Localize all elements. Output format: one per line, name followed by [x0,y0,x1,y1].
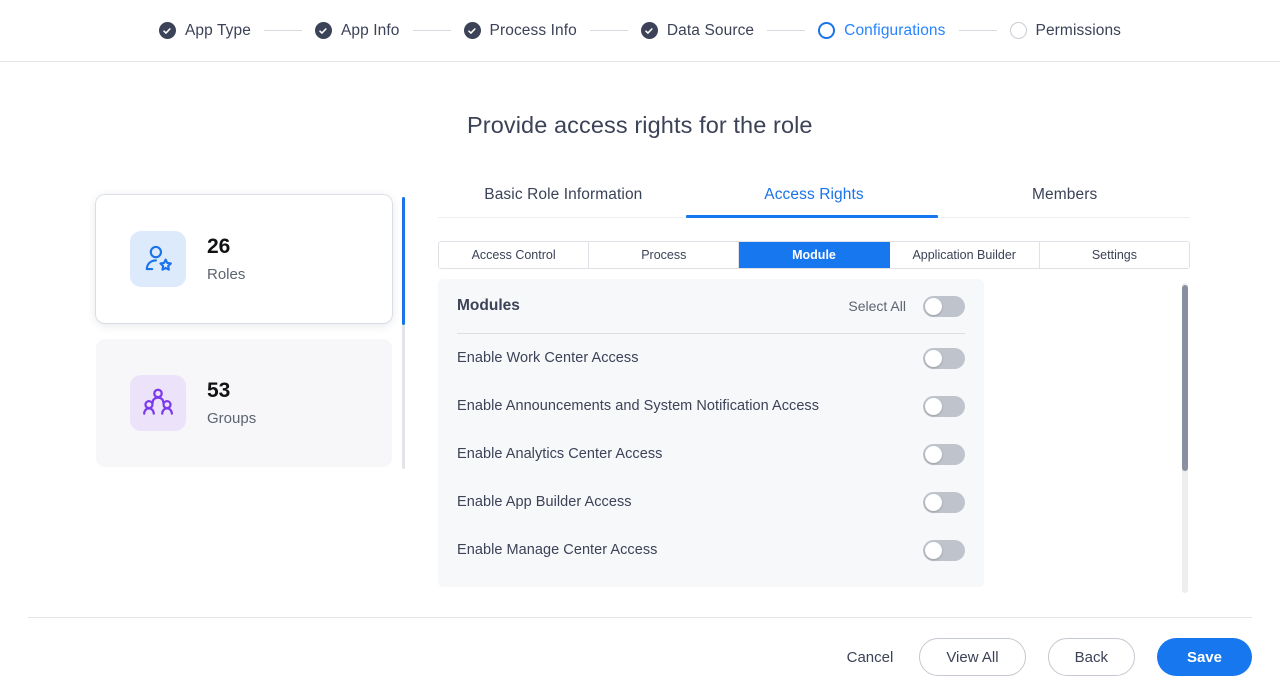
step-connector [412,29,451,32]
step-permissions[interactable]: Permissions [1009,21,1122,40]
module-label: Enable App Builder Access [457,494,632,510]
module-label: Enable Announcements and System Notifica… [457,398,820,414]
access-rights-pane: Basic Role Information Access Rights Membe… [438,186,1190,593]
toggle-knob [925,445,942,463]
stat-count: 53 [207,379,231,403]
stat-count: 26 [207,235,231,259]
step-label: App Type [184,21,251,39]
back-button[interactable]: Back [1047,638,1135,676]
step-connector [767,29,806,32]
left-panel-scrollbar-track[interactable] [402,197,405,469]
wizard-stepper-bar: App Type App Info Process Info Data Source C… [0,0,1280,62]
step-configurations[interactable]: Configurations [818,22,945,40]
module-toggle[interactable] [923,539,965,561]
step-connector [263,29,302,32]
stat-card-list: 26 Roles 53 Groups [96,195,392,467]
select-all-label: Select All [848,298,906,314]
left-panel-scrollbar-thumb[interactable] [402,197,405,325]
stat-caption: Roles [207,265,246,283]
save-button[interactable]: Save [1156,638,1252,676]
subtab-module[interactable]: Module [739,242,890,268]
module-toggle[interactable] [923,443,965,465]
page-title: Provide access rights for the role [467,112,813,138]
subtab-settings[interactable]: Settings [1039,242,1189,268]
cancel-button[interactable]: Cancel [843,643,898,672]
tab-bar: Basic Role Information Access Rights Membe… [438,186,1190,218]
subtab-application-builder[interactable]: Application Builder [889,242,1040,268]
stat-card-text: 53 Groups [207,379,256,426]
step-connector [958,29,997,32]
footer-divider [28,617,1252,618]
toggle-knob [925,349,942,367]
step-label: Process Info [489,21,577,39]
module-row: Enable Manage Center Access [457,526,965,574]
step-label: Configurations [844,21,946,39]
module-row: Enable Announcements and System Notifica… [457,382,965,430]
user-star-icon [130,231,186,287]
step-pending-icon [1009,22,1027,39]
stat-card-roles[interactable]: 26 Roles [96,195,392,323]
stat-card-groups[interactable]: 53 Groups [96,339,392,467]
modules-scrollbar-track[interactable] [1182,283,1188,593]
module-label: Enable Analytics Center Access [457,446,663,462]
module-toggle[interactable] [923,347,965,369]
step-label: Data Source [666,21,755,39]
module-label: Enable Work Center Access [457,350,639,366]
toggle-knob [925,541,942,559]
select-all-toggle[interactable] [923,295,965,317]
modules-panel-header: Modules Select All [457,279,965,334]
toggle-knob [925,493,942,511]
step-check-icon [463,22,481,39]
sub-tab-bar: Access Control Process Module Application B… [438,241,1190,269]
module-row: Enable Work Center Access [457,334,965,382]
select-all-control: Select All [848,295,965,317]
tab-active-indicator [686,215,938,218]
step-check-icon [640,22,658,39]
module-toggle[interactable] [923,491,965,513]
modules-title: Modules [457,297,520,314]
step-process-info[interactable]: Process Info [463,21,577,40]
modules-panel-wrap: Modules Select All Enable Work Center Ac… [438,279,1190,593]
stat-caption: Groups [207,409,257,427]
module-toggle[interactable] [923,395,965,417]
module-label: Enable Manage Center Access [457,542,658,558]
modules-panel: Modules Select All Enable Work Center Ac… [438,279,984,587]
module-row: Enable App Builder Access [457,478,965,526]
view-all-button[interactable]: View All [919,638,1026,676]
step-app-type[interactable]: App Type [158,21,251,40]
step-app-info[interactable]: App Info [314,21,400,40]
subtab-access-control[interactable]: Access Control [439,242,590,268]
user-group-icon [130,375,186,431]
module-row: Enable Analytics Center Access [457,430,965,478]
subtab-process[interactable]: Process [589,242,740,268]
step-label: App Info [340,21,400,39]
step-connector [589,29,628,32]
step-current-icon [818,22,836,39]
step-check-icon [158,22,176,39]
step-label: Permissions [1035,21,1122,39]
tab-access-rights[interactable]: Access Rights [689,186,940,218]
wizard-stepper: App Type App Info Process Info Data Source C… [158,21,1122,40]
tab-basic-role-information[interactable]: Basic Role Information [438,186,689,218]
stat-card-text: 26 Roles [207,235,245,282]
toggle-knob [925,297,942,315]
module-row-list: Enable Work Center Access Enable Announce… [457,334,965,574]
modules-scrollbar-thumb[interactable] [1182,285,1188,471]
step-check-icon [314,22,332,39]
footer-actions: Cancel View All Back Save [843,638,1252,676]
tab-members[interactable]: Members [939,186,1190,218]
toggle-knob [925,397,942,415]
step-data-source[interactable]: Data Source [640,21,755,40]
